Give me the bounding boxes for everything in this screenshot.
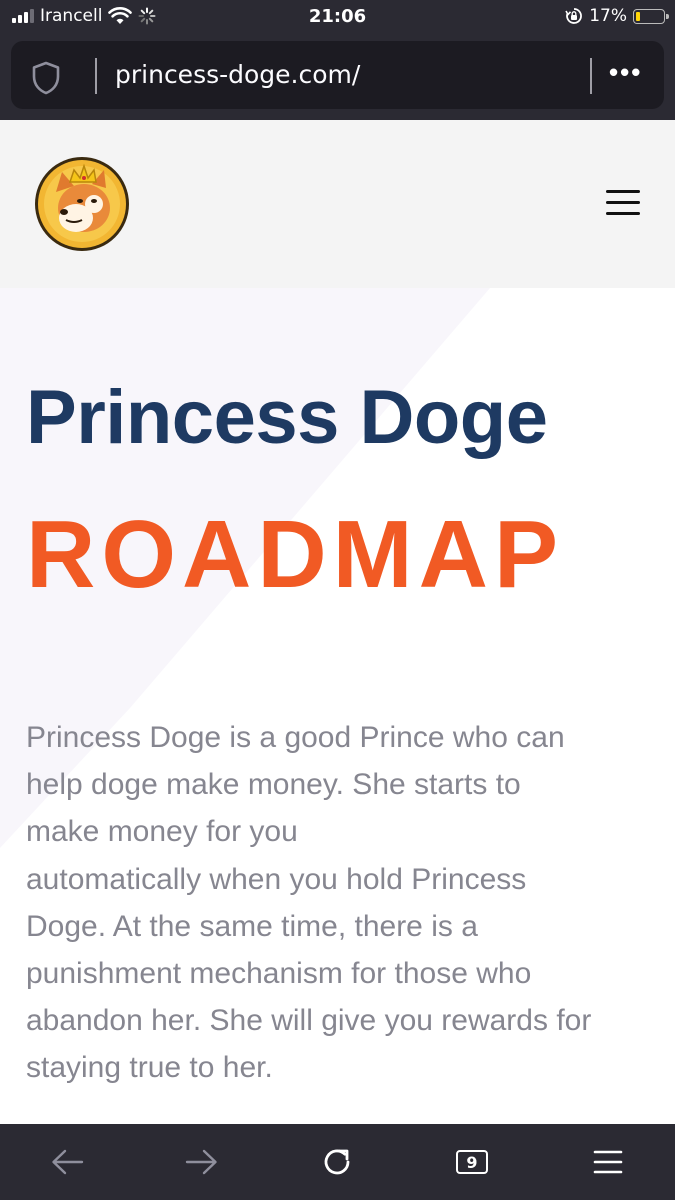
hamburger-icon[interactable] [606,190,644,218]
description: Princess Doge is a good Prince who can h… [26,714,656,1092]
description-line: punishment mechanism for those who [26,957,532,991]
page-subtitle: ROADMAP [26,501,564,608]
shield-icon[interactable] [31,61,61,95]
description-line: staying true to her. [26,1051,273,1085]
description-line: help doge make money. She starts to [26,768,521,802]
description-line: make money for you [26,815,298,849]
orientation-lock-icon [565,8,583,24]
reload-icon[interactable] [320,1145,354,1179]
reload-button[interactable] [317,1142,357,1182]
main-content: Princess Doge ROADMAP Princess Doge is a… [0,288,675,1124]
url-field[interactable]: princess-doge.com/ ••• [11,41,664,109]
tabs-button[interactable]: 9 [452,1142,492,1182]
more-icon[interactable]: ••• [609,57,642,88]
battery-percent: 17% [589,6,627,26]
status-bar: Irancell 21:06 17% [0,0,675,36]
back-button[interactable] [47,1142,87,1182]
forward-arrow-icon[interactable] [185,1148,219,1176]
url-separator [590,58,592,94]
page-title: Princess Doge [26,375,548,460]
description-line: abandon her. She will give you rewards f… [26,1004,592,1038]
menu-button[interactable] [588,1142,628,1182]
url-separator [95,58,97,94]
princess-doge-logo-icon[interactable] [34,156,130,252]
menu-icon[interactable] [593,1149,623,1175]
site-header [0,120,675,288]
tabs-icon[interactable]: 9 [456,1150,488,1174]
browser-toolbar: 9 [0,1124,675,1200]
browser-url-bar-area: princess-doge.com/ ••• [0,36,675,120]
description-line: Doge. At the same time, there is a [26,909,478,943]
description-line: Princess Doge is a good Prince who can [26,721,565,754]
forward-button[interactable] [182,1142,222,1182]
description-line: automatically when you hold Princess [26,862,527,896]
back-arrow-icon[interactable] [50,1148,84,1176]
battery-icon [633,8,669,24]
url-text[interactable]: princess-doge.com/ [115,60,360,89]
